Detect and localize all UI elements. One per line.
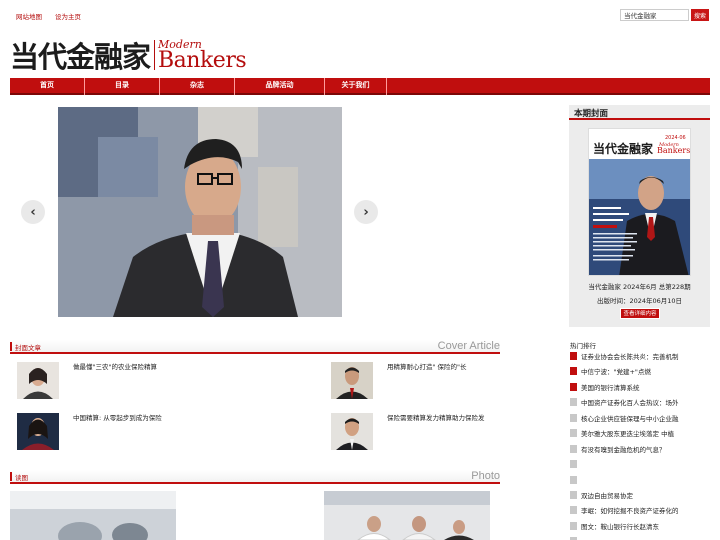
search-button[interactable]: 搜索 [691, 9, 709, 21]
hot-list-item-title[interactable]: 有没有嗅到金融危机的气息？ [581, 444, 666, 454]
slider-prev-arrow-icon[interactable]: ‹ [21, 200, 45, 224]
rank-number: 7 [570, 445, 577, 453]
logo-chinese-text: 当代金融家 [10, 40, 151, 74]
rank-number: 8 [570, 460, 577, 468]
hot-list-item[interactable]: 6 美尔雅大股东更迭尘埃落定 中植 [570, 428, 710, 438]
current-issue-header: 本期封面 [569, 105, 710, 120]
slider-next-arrow-icon[interactable]: › [354, 200, 378, 224]
hot-list-item-title[interactable]: 双边自由贸易协定 [581, 490, 633, 500]
view-details-button[interactable]: 查看详细内容 [620, 308, 660, 319]
article-thumbnail[interactable] [331, 362, 373, 399]
hot-list-item[interactable]: 9 [570, 475, 710, 485]
hot-list-item-title[interactable]: 证券业协会会长陈共炎：完善机制 [581, 351, 679, 361]
nav-brand-events[interactable]: 品牌活动 [235, 78, 325, 95]
search-input[interactable] [620, 9, 689, 21]
photo-item[interactable] [324, 491, 490, 540]
logo-bankers: Bankers [158, 47, 247, 73]
article-thumbnail[interactable] [17, 413, 59, 450]
article-portrait-man [331, 413, 373, 450]
publish-date: 出版时间：2024年06月10日 [596, 297, 683, 305]
hot-list-item-title[interactable]: 李岷：如何挖掘不良资产证券化的 [581, 505, 679, 515]
current-issue-title: 本期封面 [574, 109, 609, 119]
section-marker [10, 472, 12, 481]
rank-number: 5 [570, 414, 577, 422]
article-title[interactable]: 用精算耐心打造" 保险的"长 [387, 361, 467, 371]
hot-list-item[interactable]: 12 图文：鞍山银行行长赵清东 [570, 521, 710, 531]
rank-number: 3 [570, 383, 577, 391]
issue-number: 当代金融家 2024年6月 总第228期 [588, 283, 691, 291]
hot-list-item-title[interactable]: 图文：鞍山银行行长赵清东 [581, 521, 659, 531]
hot-list-item-title[interactable]: 美国的银行清算系统 [581, 382, 640, 392]
hot-list-item[interactable]: 10 双边自由贸易协定 [570, 490, 710, 500]
nav-home[interactable]: 首页 [10, 78, 85, 95]
cover-issue-tag: 2024·06 [665, 135, 686, 141]
photo-image [10, 491, 176, 540]
site-logo[interactable]: 当代金融家 Modern Bankers [10, 36, 247, 75]
rank-number: 10 [570, 491, 577, 499]
rank-number: 9 [570, 476, 577, 484]
rank-number: 12 [570, 522, 577, 530]
logo-english-text: Modern Bankers [158, 39, 247, 73]
rank-number: 2 [570, 367, 577, 375]
main-nav: 首页 目录 杂志 品牌活动 关于我们 [10, 78, 710, 95]
hot-list-item-title[interactable]: 核心企业供应链保理与中小企业融 [581, 413, 679, 423]
sitemap-link[interactable]: 网站地图 [16, 11, 42, 21]
rank-number: 6 [570, 429, 577, 437]
hot-list-item-title[interactable]: 美尔雅大股东更迭尘埃落定 中植 [581, 428, 674, 438]
photo-image [324, 491, 490, 540]
section-title-cn[interactable]: 读图 [15, 472, 28, 482]
hot-list-item[interactable]: 7 有没有嗅到金融危机的气息？ [570, 444, 710, 454]
nav-contents[interactable]: 目录 [85, 78, 160, 95]
article-portrait-woman [17, 413, 59, 450]
nav-about-us[interactable]: 关于我们 [325, 78, 387, 95]
article-thumbnail[interactable] [17, 362, 59, 399]
section-title-cn[interactable]: 封面文章 [15, 342, 41, 352]
hot-list-item[interactable]: 1 证券业协会会长陈共炎：完善机制 [570, 351, 710, 361]
cover-mag-cn: 当代金融家 [593, 141, 654, 156]
cover-article-section-header: 封面文章 Cover Article [10, 340, 500, 354]
article-thumbnail[interactable] [331, 413, 373, 450]
photo-section-header: 读图 Photo [10, 470, 500, 484]
magazine-cover: 当代金融家 2024·06 Modern Bankers [589, 129, 690, 275]
hot-list-item[interactable]: 5 核心企业供应链保理与中小企业融 [570, 413, 710, 423]
article-portrait-man [331, 362, 373, 399]
hot-ranking-title: 热门排行 [570, 342, 596, 350]
rank-number: 1 [570, 352, 577, 360]
article-portrait-woman [17, 362, 59, 399]
top-bar: 网站地图 设为主页 搜索 [0, 0, 720, 28]
hot-list-item-title[interactable]: 中国资产证券化百人会热议：场外 [581, 397, 679, 407]
article-title[interactable]: 中国精算: 从零起步到成为保险 [73, 412, 162, 422]
hot-list-item[interactable]: 2 中信宁波："党建+"点燃 [570, 366, 710, 376]
hot-list-item[interactable]: 4 中国资产证券化百人会热议：场外 [570, 397, 710, 407]
photo-item[interactable] [10, 491, 176, 540]
nav-magazine[interactable]: 杂志 [160, 78, 235, 95]
slide-portrait [58, 107, 342, 317]
section-title-en: Photo [471, 470, 500, 482]
section-title-en: Cover Article [437, 340, 500, 352]
set-homepage-link[interactable]: 设为主页 [55, 11, 81, 21]
rank-number: 4 [570, 398, 577, 406]
featured-slide-image[interactable] [58, 107, 342, 317]
magazine-cover-image[interactable]: 当代金融家 2024·06 Modern Bankers [588, 128, 691, 276]
section-marker [10, 342, 12, 351]
hot-list-item[interactable]: 3 美国的银行清算系统 [570, 382, 710, 392]
hot-list-item[interactable]: 11 李岷：如何挖掘不良资产证券化的 [570, 505, 710, 515]
hot-list-item-title[interactable]: 中信宁波："党建+"点燃 [581, 366, 651, 376]
rank-number: 11 [570, 506, 577, 514]
hot-list-item[interactable]: 8 [570, 459, 710, 469]
logo-divider [154, 40, 156, 70]
article-title[interactable]: 做最懂"三农"的农业保险精算 [73, 361, 157, 371]
cover-mag-bankers: Bankers [657, 146, 690, 155]
article-title[interactable]: 保险需要精算发力精算助力保险发 [387, 412, 485, 422]
current-issue-box: 本期封面 当代金融家 2024·06 Modern Bankers 当代金融家 … [569, 105, 710, 327]
hot-list-item[interactable]: 13 [570, 536, 710, 540]
